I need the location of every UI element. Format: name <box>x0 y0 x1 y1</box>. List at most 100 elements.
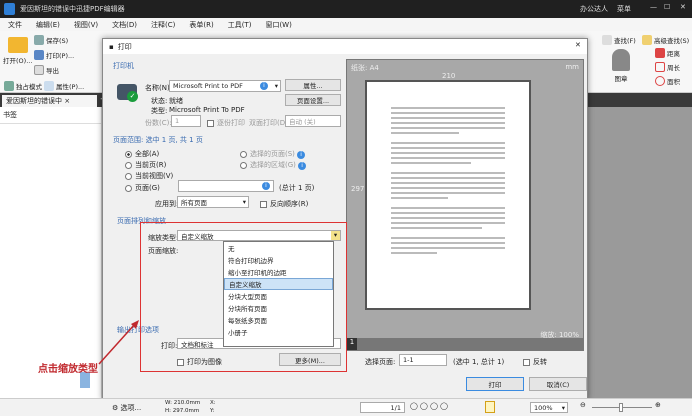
dialog-close-button[interactable]: ✕ <box>575 41 581 49</box>
find-label: 查找(F) <box>614 37 636 45</box>
print-label: 打印(P)... <box>46 52 75 60</box>
page-nav-buttons[interactable]: ◯ ◯ ◯ ◯ <box>410 402 448 410</box>
status-value: 就绪 <box>169 97 183 105</box>
printer-name: Microsoft Print to PDF <box>173 82 243 90</box>
select-pages-label: 选择页面: <box>365 358 396 366</box>
apply-value: 所有页面 <box>181 199 207 207</box>
maximize-button[interactable]: ☐ <box>664 3 670 11</box>
fit-page-icon[interactable] <box>485 401 495 413</box>
height-readout: H: 297.0mm <box>165 408 200 414</box>
perimeter-icon <box>655 62 665 72</box>
area-button[interactable]: 面积 <box>655 76 680 86</box>
all-radio[interactable]: 全部(A) <box>125 149 159 159</box>
save-button[interactable]: 保存(S) <box>34 35 68 45</box>
page-thumb[interactable]: 1 <box>347 338 357 350</box>
exclusive-mode-button[interactable]: 独占模式 <box>4 81 42 91</box>
menu-document[interactable]: 文档(D) <box>112 20 137 30</box>
close-tab-icon[interactable]: × <box>64 97 70 105</box>
page-thumb-strip: 1 <box>347 338 583 350</box>
properties-icon <box>44 81 54 91</box>
menu-button[interactable]: 菜单 <box>617 4 631 14</box>
current-page-radio[interactable]: 当前页(R) <box>125 160 166 170</box>
name-label: 名称(N): <box>145 84 173 92</box>
reverse-checkbox[interactable]: 反向顺序(R) <box>260 199 308 209</box>
select-info: (选中 1, 总计 1) <box>453 358 505 366</box>
dialog-title-bar: ▪ 打印 ✕ <box>103 39 587 54</box>
area-icon <box>655 76 665 86</box>
ready-check-icon: ✓ <box>127 91 138 102</box>
select-pages-input[interactable]: 1-1 <box>399 354 447 366</box>
distance-icon <box>655 48 665 58</box>
options-icon: ⚙ <box>112 404 119 412</box>
pages-label: 页面(G) <box>135 184 160 192</box>
open-button[interactable]: 打开(O)... <box>3 37 32 65</box>
print-button[interactable]: 打印(P)... <box>34 50 74 60</box>
zoom-slider[interactable] <box>592 403 652 412</box>
advanced-find-icon <box>642 35 652 45</box>
duplex-select[interactable]: 自动 (关) <box>285 115 341 127</box>
reverse-label: 反向顺序(R) <box>270 200 309 208</box>
zoom-select[interactable]: 100% ▾ <box>530 402 568 413</box>
document-tab[interactable]: 爱因斯坦的错误中 × <box>2 95 97 107</box>
print-button[interactable]: 打印 <box>466 377 524 391</box>
options-button[interactable]: ⚙ 选项... <box>112 403 141 413</box>
menu-form[interactable]: 表单(R) <box>189 20 213 30</box>
apply-select[interactable]: 所有页面 ▾ <box>177 196 249 208</box>
menu-view[interactable]: 视图(V) <box>74 20 98 30</box>
page-number-input[interactable]: 1/1 <box>360 402 405 413</box>
save-label: 保存(S) <box>46 37 69 45</box>
cancel-button[interactable]: 取消(C) <box>529 377 587 391</box>
advanced-find-button[interactable]: 高级查找(S) <box>642 35 689 45</box>
paper-size: 纸张: A4 <box>351 64 379 72</box>
pages-input[interactable]: i <box>178 180 274 192</box>
distance-label: 距离 <box>667 50 680 58</box>
x-readout: X: <box>210 400 216 406</box>
menu-window[interactable]: 窗口(W) <box>265 20 291 30</box>
options-label: 选项... <box>120 404 142 412</box>
printer-select[interactable]: Microsoft Print to PDF i ▾ <box>169 80 281 92</box>
export-icon <box>34 65 44 75</box>
status-bar: ⚙ 选项... W: 210.0mm H: 297.0mm X: Y: 1/1 … <box>0 398 692 416</box>
perimeter-button[interactable]: 周长 <box>655 62 680 72</box>
user-name[interactable]: 办公达人 <box>580 4 608 14</box>
menu-comment[interactable]: 注释(C) <box>151 20 175 30</box>
find-button[interactable]: 查找(F) <box>602 35 636 45</box>
zoom-in-icon[interactable]: ⊕ <box>655 401 661 409</box>
properties-button[interactable]: 属性... <box>285 79 341 91</box>
invert-label: 反转 <box>533 358 547 366</box>
copies-input[interactable]: 1 <box>171 115 201 127</box>
all-label: 全部(A) <box>135 150 160 158</box>
collate-checkbox[interactable]: 逐份打印 <box>207 118 245 128</box>
zoom-out-icon[interactable]: ⊖ <box>580 401 586 409</box>
distance-button[interactable]: 距离 <box>655 48 680 58</box>
chevron-down-icon: ▾ <box>274 82 278 90</box>
bookmark-title: 书签 <box>0 107 101 124</box>
export-button[interactable]: 导出 <box>34 65 59 75</box>
current-view-radio[interactable]: 当前视图(V) <box>125 171 173 181</box>
menu-file[interactable]: 文件 <box>8 20 22 30</box>
selected-pages-radio[interactable]: 选择的页面(S) i <box>240 149 306 159</box>
stamp-button[interactable]: 图章 <box>612 49 630 83</box>
menu-edit[interactable]: 编辑(E) <box>36 20 60 30</box>
dialog-title: 打印 <box>117 42 132 51</box>
stamp-icon <box>612 49 630 71</box>
copies-value: 1 <box>175 117 180 125</box>
highlight-box <box>140 222 347 372</box>
save-icon <box>34 35 44 45</box>
title-bar: 爱因斯坦的错误中迅捷PDF编辑器 办公达人 菜单 — ☐ ✕ <box>0 0 692 18</box>
invert-checkbox[interactable]: 反转 <box>523 357 547 367</box>
menu-tools[interactable]: 工具(T) <box>228 20 252 30</box>
selected-area-radio[interactable]: 选择的区域(G) i <box>240 160 307 170</box>
minimize-button[interactable]: — <box>650 3 657 11</box>
pages-radio[interactable]: 页面(G) <box>125 183 160 193</box>
page-text-lines <box>367 82 529 279</box>
page-setup-button[interactable]: 页面设置... <box>285 94 341 106</box>
annotation-text: 点击缩放类型 <box>38 364 98 375</box>
paper-width: 210 <box>442 72 456 80</box>
close-button[interactable]: ✕ <box>680 3 686 11</box>
properties-button[interactable]: 属性(P)... <box>44 81 84 91</box>
select-pages-value: 1-1 <box>403 356 414 364</box>
app-title: 爱因斯坦的错误中迅捷PDF编辑器 <box>20 5 125 13</box>
printer-group-label: 打印机 <box>113 62 134 70</box>
info-icon: i <box>262 182 270 190</box>
